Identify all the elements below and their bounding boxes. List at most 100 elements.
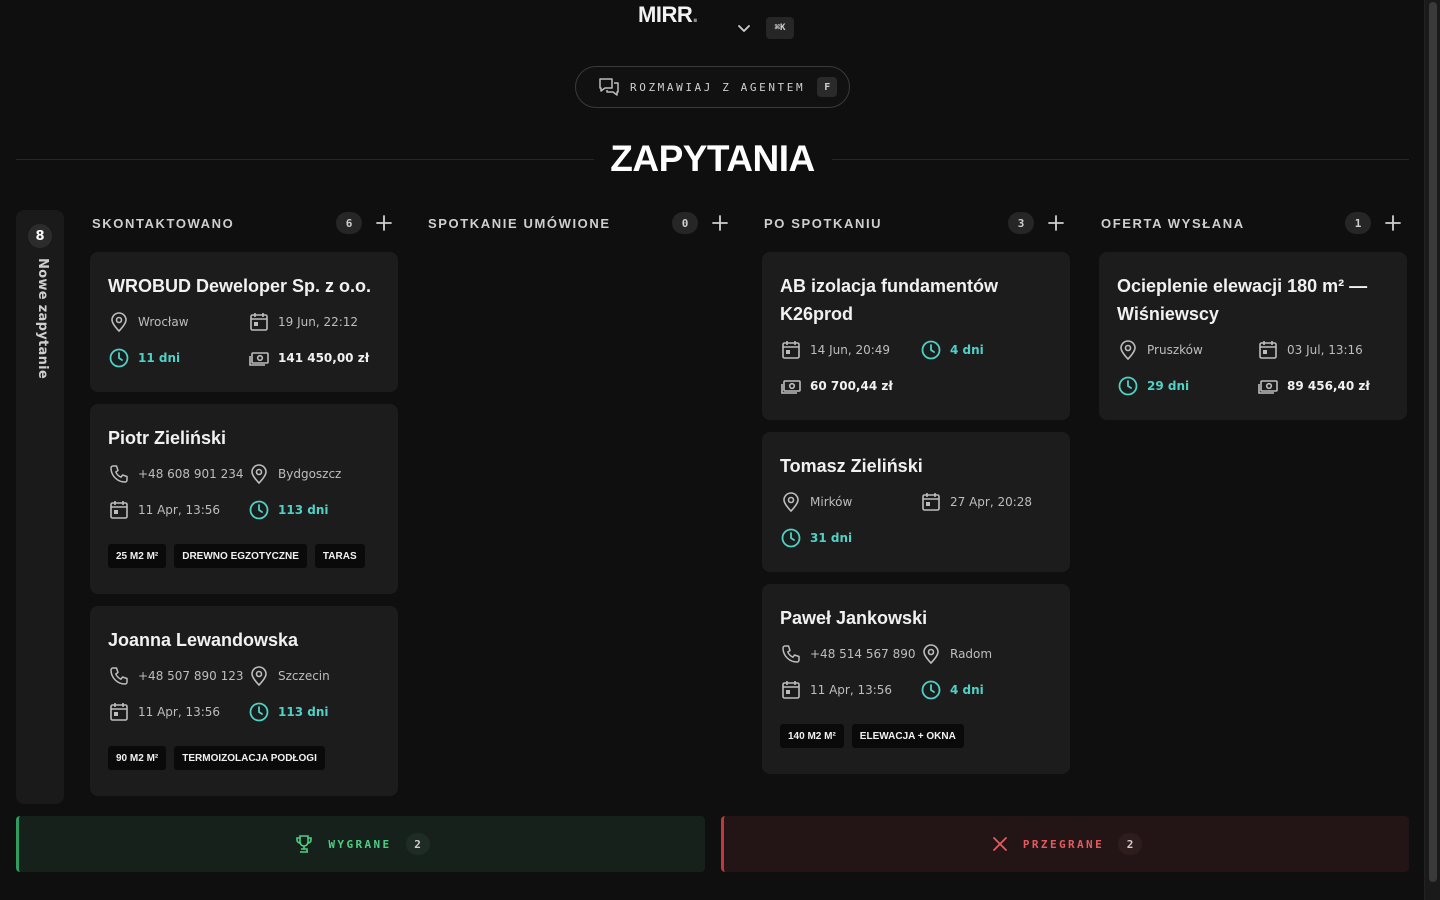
plus-icon[interactable] xyxy=(1046,213,1066,233)
phone-icon xyxy=(110,465,128,483)
inquiry-card[interactable]: AB izolacja fundamentów K26prod 14 Jun, … xyxy=(762,252,1070,420)
phone-text: +48 608 901 234 xyxy=(138,467,244,481)
calendar-icon xyxy=(782,341,800,359)
won-dropzone[interactable]: WYGRANE 2 xyxy=(16,816,705,872)
plus-icon[interactable] xyxy=(374,213,394,233)
inquiry-card[interactable]: Joanna Lewandowska +48 507 890 123 Szcze… xyxy=(90,606,398,796)
date-text: 19 Jun, 22:12 xyxy=(278,315,359,329)
location-text: Szczecin xyxy=(278,669,330,683)
card-location: Bydgoszcz xyxy=(248,462,388,486)
command-k-shortcut[interactable]: ⌘K xyxy=(766,17,794,39)
card-location: Wrocław xyxy=(108,310,248,334)
card-title: Ocieplenie elewacji 180 m² — Wiśniewscy xyxy=(1117,276,1368,324)
card-days: 11 dni xyxy=(108,346,248,370)
card-title: AB izolacja fundamentów K26prod xyxy=(780,276,999,324)
won-label: WYGRANE xyxy=(328,837,392,851)
inquiry-card[interactable]: Paweł Jankowski +48 514 567 890 Radom 11… xyxy=(762,584,1070,774)
card-amount: 60 700,44 zł xyxy=(780,374,920,398)
card-title: WROBUD Deweloper Sp. z o.o. xyxy=(108,276,372,296)
card-location: Mirków xyxy=(780,490,920,514)
money-icon xyxy=(249,352,269,366)
calendar-icon xyxy=(250,313,268,331)
won-count: 2 xyxy=(405,833,430,855)
card-date: 27 Apr, 20:28 xyxy=(920,490,1060,514)
plus-icon[interactable] xyxy=(710,213,730,233)
column-oferta-wyslana: OFERTA WYSŁANA 1 Ocieplenie elewacji 180… xyxy=(1099,210,1407,420)
page-title: ZAPYTANIA xyxy=(610,138,815,179)
inquiry-card[interactable]: Piotr Zieliński +48 608 901 234 Bydgoszc… xyxy=(90,404,398,594)
card-date: 14 Jun, 20:49 xyxy=(780,338,920,362)
map-pin-icon xyxy=(923,644,939,665)
card-days: 4 dni xyxy=(920,338,1060,362)
days-text: 31 dni xyxy=(810,531,853,545)
location-text: Pruszków xyxy=(1147,343,1203,357)
page-title-row: ZAPYTANIA xyxy=(16,136,1409,182)
money-icon xyxy=(1258,380,1278,394)
map-pin-icon xyxy=(783,492,799,513)
card-days: 29 dni xyxy=(1117,374,1257,398)
clock-icon xyxy=(1118,376,1138,396)
inquiry-card[interactable]: Ocieplenie elewacji 180 m² — Wiśniewscy … xyxy=(1099,252,1407,420)
column-spotkanie-umowione: SPOTKANIE UMÓWIONE 0 xyxy=(426,210,734,236)
calendar-icon xyxy=(1259,341,1277,359)
days-text: 4 dni xyxy=(950,683,984,697)
card-date: 11 Apr, 13:56 xyxy=(108,700,248,724)
column-skontaktowano: SKONTAKTOWANO 6 WROBUD Deweloper Sp. z o… xyxy=(90,210,398,796)
date-text: 11 Apr, 13:56 xyxy=(810,683,893,697)
card-title: Paweł Jankowski xyxy=(780,608,928,628)
calendar-icon xyxy=(110,703,128,721)
map-pin-icon xyxy=(111,312,127,333)
lost-dropzone[interactable]: PRZEGRANE 2 xyxy=(721,816,1409,872)
card-date: 19 Jun, 22:12 xyxy=(248,310,388,334)
new-inquiry-rail[interactable]: 8 Nowe zapytanie xyxy=(16,210,64,804)
chat-shortcut-key: F xyxy=(817,77,838,97)
days-text: 113 dni xyxy=(278,503,329,517)
clock-icon xyxy=(921,680,941,700)
days-text: 113 dni xyxy=(278,705,329,719)
date-text: 11 Apr, 13:56 xyxy=(138,705,221,719)
chat-with-agent-button[interactable]: ROZMAWIAJ Z AGENTEM F xyxy=(575,66,850,108)
date-text: 03 Jul, 13:16 xyxy=(1287,343,1363,357)
lost-label: PRZEGRANE xyxy=(1022,837,1105,851)
location-text: Wrocław xyxy=(138,315,189,329)
new-inquiry-label: Nowe zapytanie xyxy=(35,258,50,379)
location-text: Radom xyxy=(950,647,993,661)
money-icon xyxy=(781,380,801,394)
card-phone: +48 514 567 890 xyxy=(780,642,920,666)
date-text: 27 Apr, 20:28 xyxy=(950,495,1033,509)
clock-icon xyxy=(249,500,269,520)
scrollbar[interactable] xyxy=(1424,0,1440,900)
card-date: 11 Apr, 13:56 xyxy=(780,678,920,702)
clock-icon xyxy=(249,702,269,722)
column-title: OFERTA WYSŁANA xyxy=(1101,215,1245,231)
card-date: 03 Jul, 13:16 xyxy=(1257,338,1397,362)
days-text: 11 dni xyxy=(138,351,181,365)
column-title: SPOTKANIE UMÓWIONE xyxy=(428,215,611,231)
tag: TARAS xyxy=(314,544,365,568)
card-days: 113 dni xyxy=(248,700,388,724)
trophy-icon xyxy=(296,835,313,853)
location-text: Mirków xyxy=(810,495,853,509)
phone-text: +48 514 567 890 xyxy=(810,647,916,661)
amount-text: 141 450,00 zł xyxy=(278,351,370,365)
logo-dot: . xyxy=(692,2,698,27)
clock-icon xyxy=(109,348,129,368)
chat-icon xyxy=(599,78,619,96)
map-pin-icon xyxy=(1120,340,1136,361)
chevron-down-icon[interactable] xyxy=(736,20,752,36)
tag: 90 M2 M² xyxy=(108,746,167,770)
inquiry-card[interactable]: WROBUD Deweloper Sp. z o.o. Wrocław 19 J… xyxy=(90,252,398,392)
calendar-icon xyxy=(782,681,800,699)
map-pin-icon xyxy=(251,464,267,485)
clock-icon xyxy=(781,528,801,548)
logo[interactable]: MIRR. xyxy=(638,0,698,30)
tag: ELEWACJA + OKNA xyxy=(851,724,964,748)
scrollbar-thumb[interactable] xyxy=(1429,2,1437,882)
plus-icon[interactable] xyxy=(1383,213,1403,233)
card-amount: 89 456,40 zł xyxy=(1257,374,1397,398)
inquiry-card[interactable]: Tomasz Zieliński Mirków 27 Apr, 20:28 31… xyxy=(762,432,1070,572)
card-title: Piotr Zieliński xyxy=(108,428,227,448)
tag: 140 M2 M² xyxy=(780,724,844,748)
column-title: SKONTAKTOWANO xyxy=(92,215,235,231)
column-count: 0 xyxy=(672,212,698,234)
